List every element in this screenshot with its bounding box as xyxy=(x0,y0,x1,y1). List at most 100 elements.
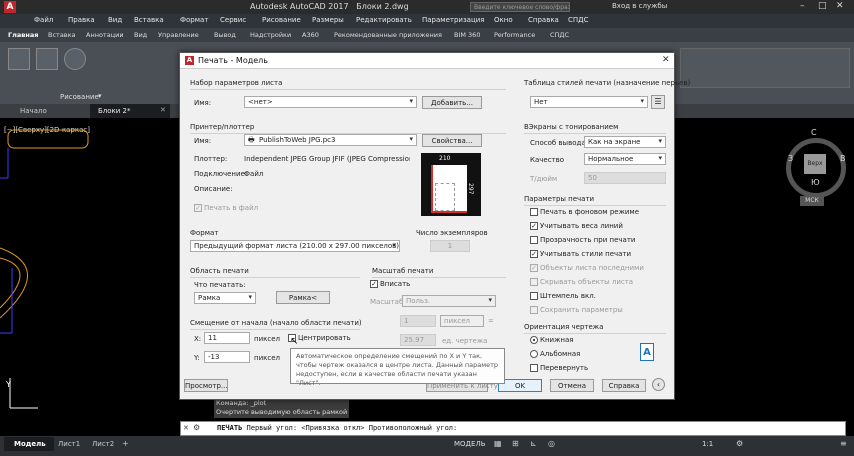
plot-stamp-checkbox[interactable] xyxy=(530,292,538,300)
menu-item[interactable]: Правка xyxy=(68,16,95,24)
printer-properties-button[interactable]: Свойства... xyxy=(422,134,482,147)
transparency-checkbox[interactable] xyxy=(530,236,538,244)
offset-y-input[interactable]: -13 xyxy=(204,351,250,363)
layout-tab-sheet2[interactable]: Лист2 xyxy=(92,440,114,448)
ribbon-tab[interactable]: A360 xyxy=(302,31,319,39)
polar-icon[interactable]: ◎ xyxy=(548,439,555,448)
menu-item[interactable]: Справка xyxy=(528,16,559,24)
scale-drawing-units-input[interactable]: 25.97 xyxy=(400,334,436,346)
cancel-button[interactable]: Отмена xyxy=(550,379,594,392)
compass-e[interactable]: В xyxy=(840,154,846,163)
model-space-button[interactable]: МОДЕЛЬ xyxy=(454,440,486,448)
settings-icon[interactable]: ⚙ xyxy=(193,423,200,432)
paper-format-select[interactable]: Предыдущий формат листа (210.00 x 297.00… xyxy=(190,240,400,252)
ribbon-tab[interactable]: BIM 360 xyxy=(454,31,480,39)
hide-paperspace-checkbox[interactable] xyxy=(530,278,538,286)
shade-mode-select[interactable]: Как на экране xyxy=(584,136,666,148)
ortho-icon[interactable]: ⊾ xyxy=(530,439,537,448)
close-icon[interactable]: ✕ xyxy=(183,424,189,432)
menu-item[interactable]: Рисование xyxy=(262,16,301,24)
ribbon-tab[interactable]: Вставка xyxy=(48,31,76,39)
paperspace-last-checkbox[interactable]: ✓ xyxy=(530,264,538,272)
menu-item[interactable]: Вид xyxy=(108,16,122,24)
landscape-radio[interactable] xyxy=(530,350,538,358)
ucs-dropdown[interactable]: МСК xyxy=(800,196,824,206)
app-logo-icon[interactable]: A xyxy=(4,1,16,13)
menu-item[interactable]: Размеры xyxy=(312,16,344,24)
add-page-setup-button[interactable]: Добавить... xyxy=(422,96,482,109)
compass-s[interactable]: Ю xyxy=(811,178,820,187)
line-tool-icon[interactable] xyxy=(8,48,30,70)
ribbon-tab[interactable]: СПДС xyxy=(550,31,569,39)
offset-x-input[interactable]: 11 xyxy=(204,332,250,344)
scale-paper-units-select[interactable]: пиксел xyxy=(440,315,484,327)
ribbon-tab[interactable]: Управление xyxy=(158,31,199,39)
viewcube-top[interactable]: Верх xyxy=(804,154,826,174)
layout-tab-sheet1[interactable]: Лист1 xyxy=(58,440,80,448)
polyline-tool-icon[interactable] xyxy=(36,48,58,70)
what-to-plot-select[interactable]: Рамка xyxy=(194,292,256,304)
help-button[interactable]: Справка xyxy=(602,379,646,392)
collapse-options-button[interactable]: ‹ xyxy=(652,378,665,391)
ribbon-tab[interactable]: Аннотации xyxy=(86,31,124,39)
file-tab-start[interactable]: Начало xyxy=(20,107,47,115)
command-line[interactable]: ✕ ⚙ ПЕЧАТЬ Первый угол: <Привязка откл> … xyxy=(180,421,846,436)
edit-style-table-icon[interactable]: ☰ xyxy=(651,95,665,109)
command-line-text[interactable]: ПЕЧАТЬ Первый угол: <Привязка откл> Прот… xyxy=(217,424,457,432)
copies-input[interactable]: 1 xyxy=(430,240,470,252)
preview-button[interactable]: Просмотр... xyxy=(184,379,228,392)
page-setup-name-select[interactable]: <нет> xyxy=(244,96,417,108)
ribbon-tab[interactable]: Надстройки xyxy=(250,31,291,39)
plot-styles-checkbox[interactable]: ✓ xyxy=(530,250,538,258)
add-layout-icon[interactable]: + xyxy=(122,439,129,448)
ribbon-tab[interactable]: Вид xyxy=(134,31,147,39)
compass-w[interactable]: З xyxy=(788,154,793,163)
menu-item[interactable]: Формат xyxy=(180,16,208,24)
ribbon-tab[interactable]: Performance xyxy=(494,31,535,39)
ribbon-tab[interactable]: Рекомендованные приложения xyxy=(334,31,442,39)
minimize-button[interactable]: – xyxy=(800,1,805,11)
close-icon[interactable]: ✕ xyxy=(160,106,166,114)
scale-paper-units-input[interactable]: 1 xyxy=(400,315,436,327)
dpi-input[interactable]: 50 xyxy=(584,172,666,184)
save-changes-checkbox[interactable] xyxy=(530,306,538,314)
style-table-select[interactable]: Нет xyxy=(530,96,648,108)
ribbon-panel-label[interactable]: Рисование xyxy=(60,93,99,101)
menu-item[interactable]: СПДС xyxy=(568,16,589,24)
orientation-page-icon: A xyxy=(640,343,654,361)
circle-tool-icon[interactable] xyxy=(64,48,86,70)
fit-to-paper-checkbox[interactable]: ✓ xyxy=(370,280,378,288)
login-button[interactable]: Вход в службы xyxy=(612,2,667,10)
ribbon-tab[interactable]: Вывод xyxy=(214,31,236,39)
maximize-button[interactable]: □ xyxy=(818,1,827,11)
scale-select[interactable]: Польз. xyxy=(402,295,496,307)
close-button[interactable]: ✕ xyxy=(836,1,844,11)
menu-item[interactable]: Сервис xyxy=(220,16,246,24)
menu-item[interactable]: Редактировать xyxy=(356,16,412,24)
print-to-file-checkbox[interactable]: ✓ xyxy=(194,204,202,212)
gear-icon[interactable]: ⚙ xyxy=(736,439,743,448)
ribbon-tab[interactable]: Главная xyxy=(8,31,38,39)
quality-select[interactable]: Нормальное xyxy=(584,153,666,165)
compass-n[interactable]: С xyxy=(811,128,817,137)
menu-item[interactable]: Окно xyxy=(494,16,513,24)
menu-item[interactable]: Вставка xyxy=(134,16,164,24)
frame-pick-button[interactable]: Рамка< xyxy=(276,291,330,304)
chevron-down-icon[interactable]: ▾ xyxy=(98,92,102,100)
menu-item[interactable]: Файл xyxy=(34,16,53,24)
grid-icon[interactable]: ▦ xyxy=(494,439,502,448)
menu-icon[interactable]: ≡ xyxy=(840,439,847,448)
description-label: Описание: xyxy=(194,185,233,193)
layout-tab-model[interactable]: Модель xyxy=(4,437,54,451)
menu-item[interactable]: Параметризация xyxy=(422,16,484,24)
background-plot-checkbox[interactable] xyxy=(530,208,538,216)
dialog-close-button[interactable]: ✕ xyxy=(662,55,670,65)
section-format: Формат xyxy=(190,229,219,237)
upside-down-checkbox[interactable] xyxy=(530,364,538,372)
annotation-scale[interactable]: 1:1 xyxy=(702,440,713,448)
lineweights-checkbox[interactable]: ✓ xyxy=(530,222,538,230)
portrait-radio[interactable] xyxy=(530,336,538,344)
search-input[interactable]: Введите ключевое слово/фразу xyxy=(470,2,570,12)
printer-name-select[interactable]: 🖶 PublishToWeb JPG.pc3 xyxy=(244,134,417,146)
snap-icon[interactable]: ⊞ xyxy=(512,439,519,448)
